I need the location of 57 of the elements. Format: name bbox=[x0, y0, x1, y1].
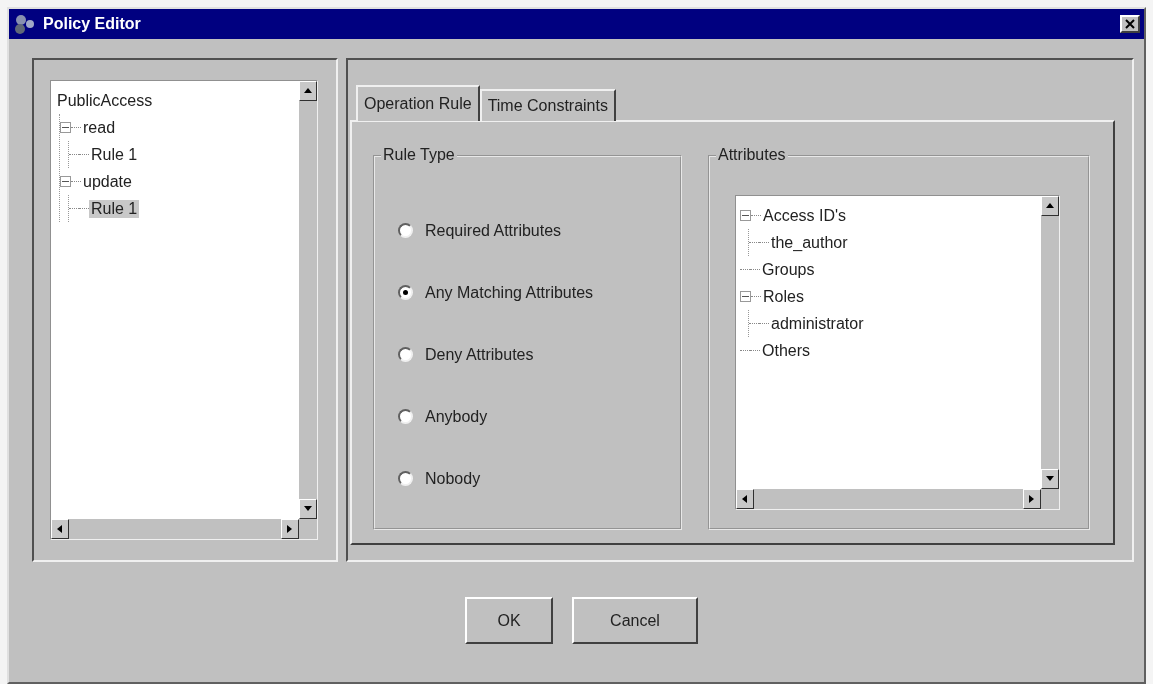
tab[interactable]: Time Constraints bbox=[479, 89, 616, 121]
radio-label: Anybody bbox=[425, 407, 488, 426]
tab[interactable]: Operation Rule bbox=[356, 85, 480, 121]
vertical-scrollbar[interactable] bbox=[1041, 196, 1059, 489]
collapse-icon[interactable] bbox=[740, 210, 751, 221]
radio-option[interactable]: Required Attributes bbox=[398, 218, 680, 243]
group-title: Rule Type bbox=[381, 146, 457, 164]
horizontal-scrollbar[interactable] bbox=[736, 489, 1041, 509]
up-arrow-icon bbox=[1045, 201, 1055, 211]
scroll-left-button[interactable] bbox=[736, 489, 754, 509]
radio-button[interactable] bbox=[398, 471, 413, 486]
tree-item[interactable]: Rule 1 bbox=[89, 199, 140, 218]
tree-item[interactable]: PublicAccess bbox=[55, 91, 155, 110]
tree-item[interactable]: Rule 1 bbox=[89, 145, 140, 164]
scroll-left-button[interactable] bbox=[51, 519, 69, 539]
close-button[interactable] bbox=[1120, 15, 1140, 33]
tree-item[interactable]: Access ID's bbox=[761, 206, 849, 225]
radio-option[interactable]: Anybody bbox=[398, 404, 680, 429]
scroll-right-button[interactable] bbox=[1023, 489, 1041, 509]
window-title: Policy Editor bbox=[43, 15, 142, 33]
tree-item[interactable]: the_author bbox=[769, 233, 850, 252]
scroll-up-button[interactable] bbox=[1041, 196, 1059, 216]
collapse-icon[interactable] bbox=[60, 176, 71, 187]
tree-item[interactable]: Roles bbox=[761, 287, 806, 306]
radio-button[interactable] bbox=[398, 223, 413, 238]
radio-label: Nobody bbox=[425, 469, 481, 488]
tree-item[interactable]: Others bbox=[760, 341, 812, 360]
tree-item[interactable]: update bbox=[81, 172, 134, 191]
scroll-right-button[interactable] bbox=[281, 519, 299, 539]
radio-option[interactable]: Nobody bbox=[398, 466, 680, 491]
dialog-button[interactable]: Cancel bbox=[572, 597, 698, 644]
radio-label: Any Matching Attributes bbox=[425, 283, 594, 302]
radio-option[interactable]: Deny Attributes bbox=[398, 342, 680, 367]
vertical-scrollbar[interactable] bbox=[299, 81, 317, 519]
radio-button[interactable] bbox=[398, 409, 413, 424]
tree-view[interactable]: PublicAccess read Rule 1 update Rule 1 bbox=[50, 80, 318, 540]
radio-label: Deny Attributes bbox=[425, 345, 534, 364]
scroll-down-button[interactable] bbox=[1041, 469, 1059, 489]
scroll-up-button[interactable] bbox=[299, 81, 317, 101]
close-icon bbox=[1125, 19, 1135, 29]
scroll-down-button[interactable] bbox=[299, 499, 317, 519]
collapse-icon[interactable] bbox=[60, 122, 71, 133]
tree-item[interactable]: read bbox=[81, 118, 118, 137]
app-icon bbox=[13, 13, 37, 35]
collapse-icon[interactable] bbox=[740, 291, 751, 302]
tree-item[interactable]: administrator bbox=[769, 314, 866, 333]
radio-label: Required Attributes bbox=[425, 221, 562, 240]
radio-option[interactable]: Any Matching Attributes bbox=[398, 280, 680, 305]
up-arrow-icon bbox=[303, 86, 313, 96]
horizontal-scrollbar[interactable] bbox=[51, 519, 299, 539]
radio-button[interactable] bbox=[398, 285, 413, 300]
left-arrow-icon bbox=[740, 494, 750, 504]
dialog-button[interactable]: OK bbox=[465, 597, 553, 644]
left-arrow-icon bbox=[55, 524, 65, 534]
tree-view[interactable]: Access ID's the_author Groups Roles administrator Others bbox=[735, 195, 1060, 510]
radio-button[interactable] bbox=[398, 347, 413, 362]
tree-item[interactable]: Groups bbox=[760, 260, 817, 279]
